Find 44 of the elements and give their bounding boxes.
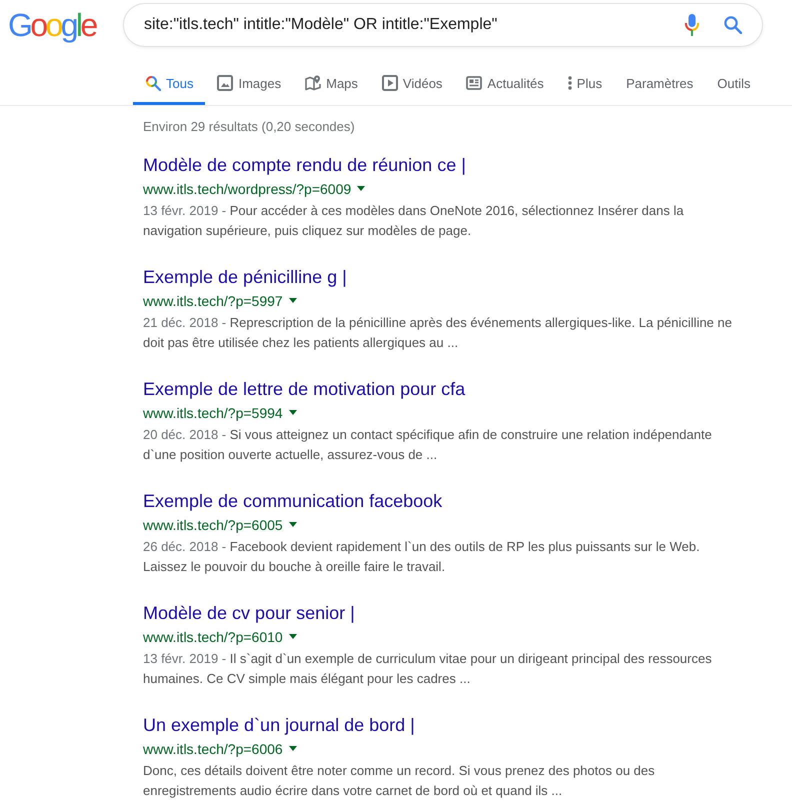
result-stats: Environ 29 résultats (0,20 secondes): [143, 118, 355, 136]
result-url[interactable]: www.itls.tech/?p=6005: [143, 516, 283, 534]
result-snippet: Donc, ces détails doivent être noter comme un record. Si vous prenez des photos ou des enregistrements audio écrire dans votre carnet de bord où et quand ils ...: [143, 762, 656, 800]
caret-icon[interactable]: [357, 186, 366, 191]
search-bar[interactable]: site:"itls.tech" intitle:"Modèle" OR intitle:"Exemple": [123, 3, 763, 47]
image-icon: [217, 75, 234, 91]
result-url[interactable]: www.itls.tech/?p=6010: [143, 628, 283, 646]
result-url[interactable]: www.itls.tech/?p=5994: [143, 404, 283, 422]
result-snippet: 21 déc. 2018 - Represcription de la pénicilline après des événements allergiques-like. La pénicilline ne doit pas être utilisée chez les patients allergiques au ...: [143, 314, 733, 352]
result-snippet: 20 déc. 2018 - Si vous atteignez un contact spécifique afin de construire une relation indépendante d`une position ouverte actuelle, assurez-vous de ...: [143, 426, 713, 464]
caret-icon[interactable]: [288, 634, 297, 639]
nav-tab[interactable]: Plus: [556, 63, 614, 105]
play-icon: [382, 75, 398, 91]
caret-icon[interactable]: [288, 298, 297, 303]
result-title[interactable]: Exemple de lettre de motivation pour cfa: [143, 378, 466, 401]
logo[interactable]: Google: [8, 5, 96, 45]
result-url[interactable]: www.itls.tech/?p=5997: [143, 292, 283, 310]
microphone-icon[interactable]: [685, 14, 699, 36]
search-field[interactable]: site:"itls.tech" intitle:"Modèle" OR intitle:"Exemple": [144, 14, 675, 36]
result-url[interactable]: www.itls.tech/wordpress/?p=6009: [143, 180, 352, 198]
nav-tab[interactable]: Actualités: [454, 63, 556, 105]
nav-tab[interactable]: Vidéos: [370, 63, 454, 105]
search-icon[interactable]: [724, 16, 742, 34]
map-pin-icon: [305, 75, 322, 91]
result-title[interactable]: Exemple de pénicilline g |: [143, 266, 347, 289]
result-title[interactable]: Exemple de communication facebook: [143, 490, 442, 513]
result-title[interactable]: Un exemple d`un journal de bord |: [143, 714, 415, 737]
menu-link[interactable]: Paramètres: [614, 63, 706, 105]
caret-icon[interactable]: [288, 746, 297, 751]
result-snippet: 26 déc. 2018 - Facebook devient rapidement l`un des outils de RP les plus puissants sur le Web. Laissez le pouvoir du bouche à oreille faire le travail.: [143, 538, 701, 576]
nav-tab[interactable]: Tous: [133, 63, 206, 105]
menu-link[interactable]: Outils: [705, 63, 763, 105]
vertical-dots-icon: [568, 76, 572, 90]
result-url[interactable]: www.itls.tech/?p=6006: [143, 740, 283, 758]
result-snippet: 13 févr. 2019 - Il s`agit d`un exemple de curriculum vitae pour un dirigeant principal des ressources humaines. Ce CV simple mais élégant pour les cadres ...: [143, 650, 713, 688]
result-title[interactable]: Modèle de cv pour senior |: [143, 602, 355, 625]
caret-icon[interactable]: [288, 410, 297, 415]
nav-tab[interactable]: Maps: [293, 63, 370, 105]
nav-tab[interactable]: Images: [205, 63, 294, 105]
caret-icon[interactable]: [288, 522, 297, 527]
result-title[interactable]: Modèle de compte rendu de réunion ce |: [143, 154, 466, 177]
magnifier-icon: [145, 75, 161, 91]
result-snippet: 13 févr. 2019 - Pour accéder à ces modèles dans OneNote 2016, sélectionnez Insérer dans la navigation supérieure, puis cliquez sur modèles de page.: [143, 202, 685, 240]
newspaper-icon: [466, 76, 482, 90]
